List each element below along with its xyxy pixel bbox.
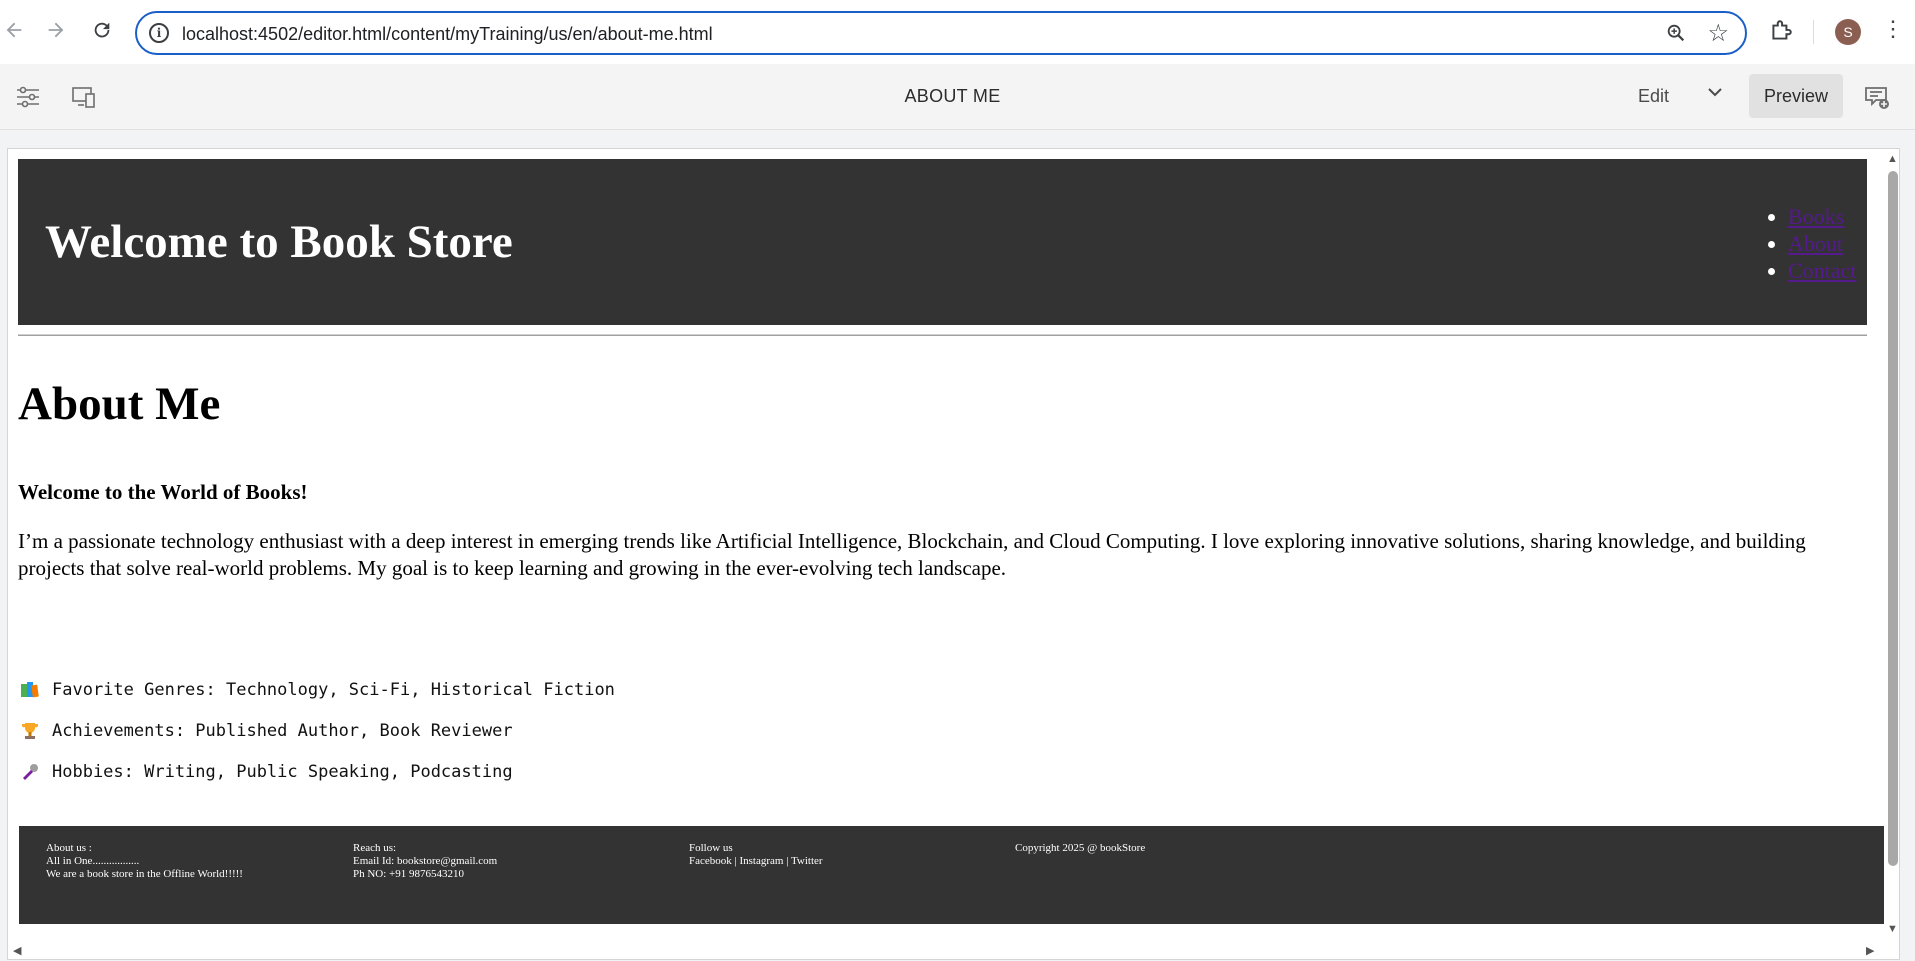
- browser-toolbar: i localhost:4502/editor.html/content/myT…: [0, 0, 1915, 64]
- list-item: Favorite Genres: Technology, Sci-Fi, His…: [18, 669, 615, 710]
- bookmark-star-icon[interactable]: ☆: [1707, 19, 1729, 48]
- page-canvas: Welcome to Book Store Books About Contac…: [7, 148, 1900, 960]
- chevron-down-icon[interactable]: [1706, 83, 1724, 106]
- scrollbar-thumb[interactable]: [1888, 171, 1898, 866]
- footer-about: About us : All in One................. W…: [46, 842, 243, 881]
- site-footer: About us : All in One................. W…: [19, 826, 1884, 924]
- reload-icon[interactable]: [88, 16, 116, 44]
- horizontal-scrollbar[interactable]: ◀ ▶: [8, 944, 1884, 959]
- scroll-down-arrow-icon[interactable]: ▼: [1887, 923, 1898, 935]
- footer-about-line2: We are a book store in the Offline World…: [46, 868, 243, 880]
- site-header-title: Welcome to Book Store: [45, 216, 513, 268]
- footer-reach-title: Reach us:: [353, 842, 397, 854]
- footer-about-title: About us :: [46, 842, 92, 854]
- nav-item-about: About: [1788, 230, 1856, 257]
- footer-reach: Reach us: Email Id: bookstore@gmail.com …: [353, 842, 497, 881]
- nav-link-about[interactable]: About: [1788, 231, 1843, 256]
- site-info-icon[interactable]: i: [149, 23, 169, 43]
- zoom-icon[interactable]: [1665, 22, 1687, 44]
- nav-item-contact: Contact: [1788, 257, 1856, 284]
- trophy-icon: [18, 721, 42, 741]
- page-heading: About Me: [18, 378, 221, 430]
- footer-follow-title: Follow us: [689, 842, 733, 854]
- nav-item-books: Books: [1788, 203, 1856, 230]
- site-header: Welcome to Book Store Books About Contac…: [18, 159, 1867, 325]
- toolbar-divider: [1813, 20, 1814, 44]
- scroll-left-arrow-icon[interactable]: ◀: [13, 944, 21, 957]
- bio-paragraph: I’m a passionate technology enthusiast w…: [18, 529, 1806, 580]
- footer-phone: Ph NO: +91 9876543210: [353, 868, 465, 880]
- books-icon: [18, 680, 42, 700]
- fact-text: Hobbies: Writing, Public Speaking, Podca…: [52, 761, 513, 782]
- list-item: Achievements: Published Author, Book Rev…: [18, 710, 615, 751]
- footer-follow: Follow us Facebook | Instagram | Twitter: [689, 842, 823, 868]
- menu-kebab-icon[interactable]: ⋮: [1882, 18, 1904, 40]
- fact-text: Favorite Genres: Technology, Sci-Fi, His…: [52, 679, 615, 700]
- url-text[interactable]: localhost:4502/editor.html/content/myTra…: [182, 24, 713, 45]
- address-bar[interactable]: i localhost:4502/editor.html/content/myT…: [135, 11, 1747, 55]
- nav-link-contact[interactable]: Contact: [1788, 258, 1856, 283]
- vertical-scrollbar[interactable]: ▲ ▼: [1884, 149, 1899, 944]
- extensions-puzzle-icon[interactable]: [1768, 18, 1794, 44]
- microphone-icon: [18, 762, 42, 782]
- page-title: ABOUT ME: [904, 86, 1001, 106]
- profile-avatar[interactable]: S: [1835, 19, 1861, 45]
- footer-copyright: Copyright 2025 @ bookStore: [1015, 842, 1146, 854]
- scroll-up-arrow-icon[interactable]: ▲: [1887, 153, 1898, 165]
- list-item: Hobbies: Writing, Public Speaking, Podca…: [18, 751, 615, 792]
- forward-arrow-icon[interactable]: [42, 16, 70, 44]
- fact-text: Achievements: Published Author, Book Rev…: [52, 720, 513, 741]
- scroll-right-arrow-icon[interactable]: ▶: [1866, 944, 1874, 957]
- site-nav: Books About Contact: [1763, 203, 1856, 284]
- editor-toolbar: ABOUT ME Edit Preview: [0, 64, 1915, 130]
- footer-about-line1: All in One.................: [46, 855, 140, 867]
- annotations-icon[interactable]: [1863, 84, 1891, 112]
- facts-list: Favorite Genres: Technology, Sci-Fi, His…: [18, 669, 615, 792]
- welcome-heading: Welcome to the World of Books!: [18, 480, 308, 504]
- horizontal-rule: [18, 334, 1867, 336]
- mode-selector-label[interactable]: Edit: [1638, 86, 1669, 107]
- preview-button[interactable]: Preview: [1749, 74, 1843, 118]
- back-arrow-icon[interactable]: [0, 16, 28, 44]
- footer-social-links[interactable]: Facebook | Instagram | Twitter: [689, 855, 823, 868]
- nav-link-books[interactable]: Books: [1788, 204, 1844, 229]
- footer-email: Email Id: bookstore@gmail.com: [353, 855, 498, 867]
